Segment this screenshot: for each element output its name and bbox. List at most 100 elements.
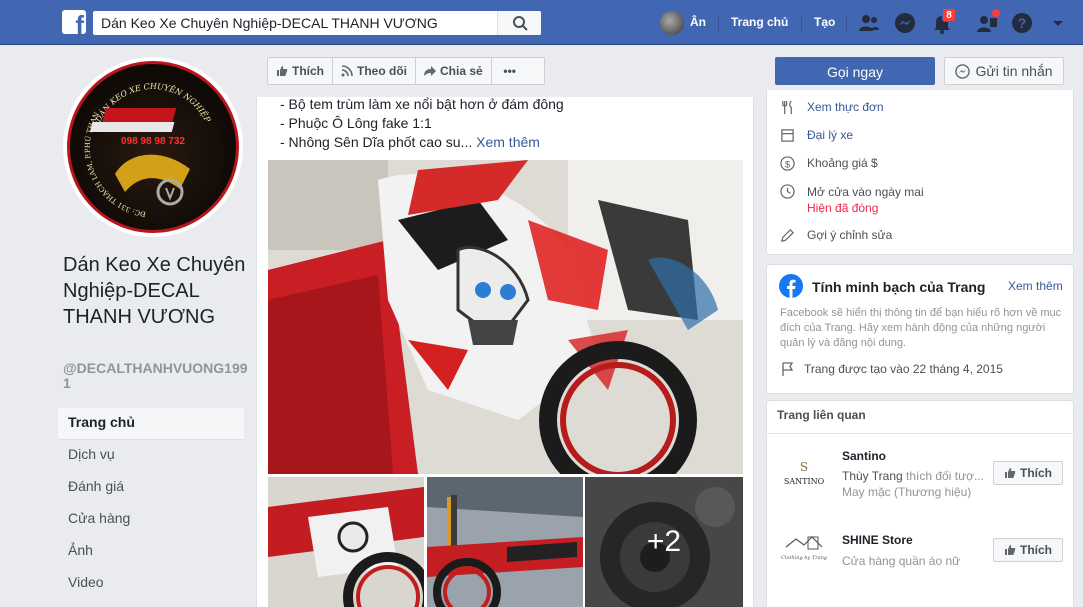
transparency-title: Tính minh bạch của Trang bbox=[812, 279, 986, 295]
hours-text: Mở cửa vào ngày mai Hiện đã đóng bbox=[807, 184, 924, 216]
follow-button[interactable]: Theo dõi bbox=[333, 58, 416, 84]
dollar-icon: $ bbox=[780, 156, 795, 171]
shine-store-logo-icon: Clothing by Trang bbox=[781, 536, 827, 561]
facebook-logo-icon[interactable]: f bbox=[62, 10, 86, 34]
notification-badge: 8 bbox=[942, 8, 956, 22]
chevron-down-icon[interactable] bbox=[1046, 11, 1070, 35]
like-related-page-button[interactable]: Thích bbox=[993, 461, 1063, 485]
sidebar-item-videos[interactable]: Video bbox=[58, 568, 244, 600]
sidebar-item-services[interactable]: Dịch vụ bbox=[58, 440, 244, 472]
related-page-friend-activity: Thùy Trang thích đối tượ... bbox=[842, 468, 984, 484]
related-page-name[interactable]: SHINE Store bbox=[842, 533, 913, 547]
post-line: - Nhông Sên Dĩa phốt cao su... Xem thêm bbox=[280, 133, 564, 152]
svg-text:Clothing by Trang: Clothing by Trang bbox=[781, 555, 827, 561]
about-category-row: Đại lý xe bbox=[780, 128, 853, 143]
thumbs-up-icon bbox=[1005, 545, 1016, 555]
page-created-row: Trang được tạo vào 22 tháng 4, 2015 bbox=[780, 361, 1003, 377]
search-button[interactable] bbox=[497, 11, 541, 35]
share-button[interactable]: Chia sẻ bbox=[416, 58, 492, 84]
post-main-photo[interactable] bbox=[268, 160, 743, 474]
nav-divider bbox=[718, 14, 719, 32]
post-text: - Bộ tem trùm làm xe nổi bật hơn ở đám đ… bbox=[280, 95, 564, 152]
photo-thumbnail-1 bbox=[268, 477, 424, 607]
send-message-label: Gửi tin nhắn bbox=[975, 63, 1053, 79]
page-profile-picture[interactable]: DÁN KEO XE CHUYÊN NGHIỆP ĐC: 331 THẠCH L… bbox=[63, 57, 243, 237]
category-link[interactable]: Đại lý xe bbox=[807, 128, 853, 142]
related-page-logo[interactable]: Clothing by Trang bbox=[778, 525, 830, 577]
share-label: Chia sẻ bbox=[440, 64, 483, 78]
more-photos-overlay[interactable]: +2 bbox=[585, 477, 743, 607]
see-more-link[interactable]: Xem thêm bbox=[476, 134, 540, 150]
decal-logo-icon: DÁN KEO XE CHUYÊN NGHIỆP ĐC: 331 THẠCH L… bbox=[70, 64, 212, 218]
related-pages-heading: Trang liên quan bbox=[766, 400, 1074, 434]
about-suggest-row: Gợi ý chỉnh sửa bbox=[780, 228, 892, 243]
related-page-category: Cửa hàng quần áo nữ bbox=[842, 554, 961, 568]
page-username[interactable]: @DECALTHANHVUONG1991 bbox=[63, 361, 253, 391]
follow-label: Theo dõi bbox=[357, 64, 407, 78]
about-price-row: $ Khoảng giá $ bbox=[780, 156, 878, 171]
alert-dot bbox=[991, 8, 1001, 18]
hours-label[interactable]: Mở cửa vào ngày mai bbox=[807, 184, 924, 200]
search-icon bbox=[513, 16, 528, 31]
suggest-edits-link[interactable]: Gợi ý chỉnh sửa bbox=[807, 228, 892, 242]
like-page-button[interactable]: Thích bbox=[268, 58, 333, 84]
sidebar-item-home[interactable]: Trang chủ bbox=[58, 408, 244, 440]
like-label: Thích bbox=[1020, 543, 1052, 557]
sidebar-item-shop[interactable]: Cửa hàng bbox=[58, 504, 244, 536]
page-created-date: Trang được tạo vào 22 tháng 4, 2015 bbox=[804, 362, 1003, 376]
post-line-text: - Nhông Sên Dĩa phốt cao su... bbox=[280, 134, 473, 150]
home-link[interactable]: Trang chủ bbox=[731, 15, 788, 29]
motorbike-photo bbox=[268, 160, 743, 474]
closed-status: Hiện đã đóng bbox=[807, 201, 879, 215]
svg-text:SANTINO: SANTINO bbox=[784, 477, 825, 486]
share-arrow-icon bbox=[424, 66, 436, 76]
send-message-button[interactable]: Gửi tin nhắn bbox=[944, 57, 1064, 85]
post-line: - Bộ tem trùm làm xe nổi bật hơn ở đám đ… bbox=[280, 96, 564, 112]
transparency-see-more-link[interactable]: Xem thêm bbox=[1008, 279, 1063, 293]
about-menu-row: Xem thực đơn bbox=[780, 100, 884, 115]
top-navigation-bar: f Ân Trang chủ Tạo 8 ? bbox=[0, 0, 1083, 45]
search-input[interactable] bbox=[93, 11, 498, 35]
clock-icon bbox=[780, 184, 795, 199]
user-name-link[interactable]: Ân bbox=[690, 15, 706, 29]
nav-divider bbox=[801, 14, 802, 32]
see-menu-link[interactable]: Xem thực đơn bbox=[807, 100, 884, 114]
friend-activity-text: thích đối tượ... bbox=[902, 469, 984, 483]
friends-icon[interactable] bbox=[857, 11, 881, 35]
related-page-logo[interactable]: S SANTINO bbox=[778, 449, 830, 501]
more-options-button[interactable]: ••• bbox=[492, 58, 528, 84]
page-title[interactable]: Dán Keo Xe Chuyên Nghiệp-DECAL THANH VƯƠ… bbox=[63, 252, 253, 330]
fork-knife-icon bbox=[782, 100, 792, 115]
like-label: Thích bbox=[292, 64, 324, 78]
svg-text:$: $ bbox=[785, 159, 791, 169]
search-box bbox=[93, 11, 541, 35]
svg-text:?: ? bbox=[1018, 15, 1027, 31]
post-photo-thumbnail[interactable] bbox=[268, 477, 424, 607]
messenger-icon[interactable] bbox=[893, 11, 917, 35]
nav-divider bbox=[846, 14, 847, 32]
page-sidebar-nav: Trang chủ Dịch vụ Đánh giá Cửa hàng Ảnh … bbox=[58, 408, 244, 600]
thumbs-up-icon bbox=[277, 66, 288, 76]
post-photo-thumbnail[interactable] bbox=[427, 477, 583, 607]
related-page-name[interactable]: Santino bbox=[842, 449, 886, 463]
sidebar-item-photos[interactable]: Ảnh bbox=[58, 536, 244, 568]
create-link[interactable]: Tạo bbox=[814, 15, 835, 29]
messenger-icon bbox=[955, 63, 971, 79]
pencil-icon bbox=[781, 229, 794, 242]
facebook-circle-icon bbox=[779, 274, 803, 298]
like-related-page-button[interactable]: Thích bbox=[993, 538, 1063, 562]
rss-icon bbox=[341, 65, 353, 77]
friend-name[interactable]: Thùy Trang bbox=[842, 469, 903, 483]
santino-logo-icon: S SANTINO bbox=[784, 460, 825, 486]
page-logo: DÁN KEO XE CHUYÊN NGHIỆP ĐC: 331 THẠCH L… bbox=[67, 61, 239, 233]
svg-text:098 98 98 732: 098 98 98 732 bbox=[121, 136, 185, 147]
related-page-category: May mặc (Thương hiệu) bbox=[842, 485, 972, 499]
help-icon[interactable]: ? bbox=[1010, 11, 1034, 35]
svg-text:S: S bbox=[800, 460, 808, 474]
like-label: Thích bbox=[1020, 466, 1052, 480]
user-avatar[interactable] bbox=[660, 11, 684, 35]
page-action-bar: Thích Theo dõi Chia sẻ ••• bbox=[267, 57, 545, 85]
sidebar-item-reviews[interactable]: Đánh giá bbox=[58, 472, 244, 504]
call-now-button[interactable]: Gọi ngay bbox=[775, 57, 935, 85]
transparency-description: Facebook sẽ hiển thị thông tin để bạn hi… bbox=[780, 307, 1062, 349]
